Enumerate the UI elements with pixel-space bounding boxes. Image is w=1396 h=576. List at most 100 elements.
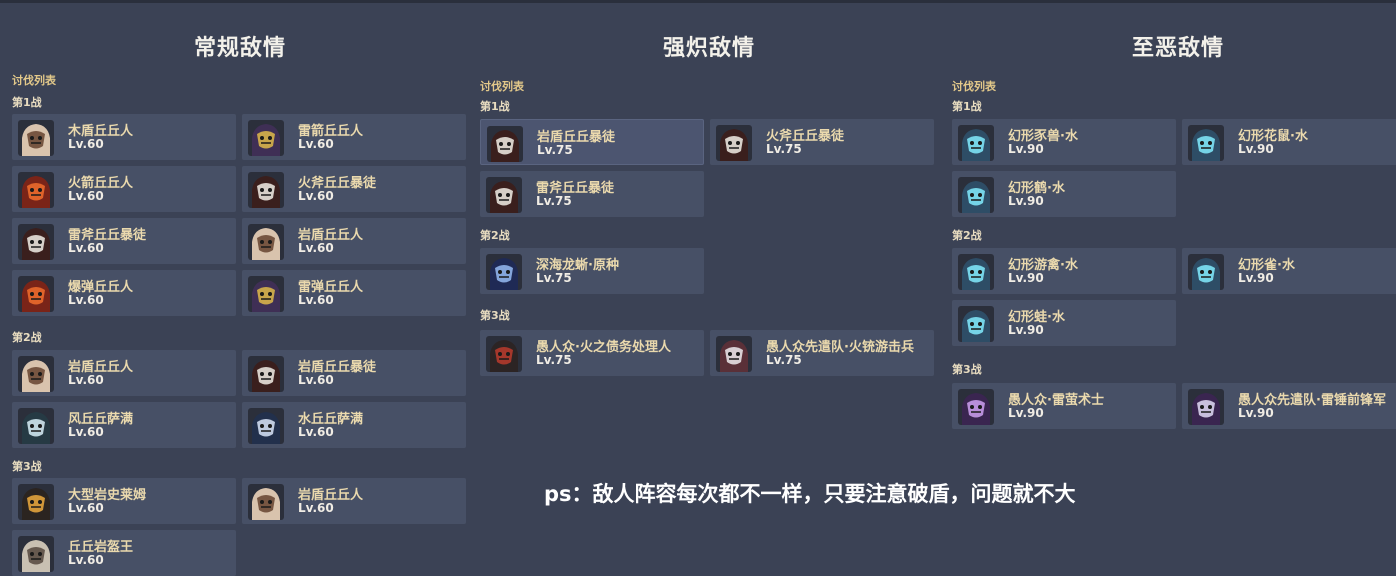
top-divider (0, 0, 1396, 3)
enemy-card[interactable]: 岩盾丘丘暴徒 Lv.75 (480, 119, 704, 165)
enemy-card[interactable]: 幻形花鼠·水 Lv.90 (1182, 119, 1396, 165)
hydro-mimic-finch-icon (1188, 254, 1224, 290)
fatui-pyro-agent-icon (486, 336, 522, 372)
enemy-card[interactable]: 幻形游禽·水 Lv.90 (952, 248, 1176, 294)
enemy-level: Lv.60 (298, 137, 334, 151)
enemy-level: Lv.60 (68, 553, 104, 567)
mitachurl-pyro-axe-icon (716, 125, 752, 161)
enemy-card[interactable]: 风丘丘萨满 Lv.60 (12, 402, 236, 448)
enemy-level: Lv.60 (298, 293, 334, 307)
mitachurl-pyro-axe-icon (248, 172, 284, 208)
enemy-level: Lv.90 (1238, 142, 1274, 156)
enemy-level: Lv.90 (1008, 194, 1044, 208)
enemy-card[interactable]: 愚人众·雷萤术士 Lv.90 (952, 383, 1176, 429)
enemy-card[interactable]: 水丘丘萨满 Lv.60 (242, 402, 466, 448)
enemy-card[interactable]: 雷斧丘丘暴徒 Lv.60 (12, 218, 236, 264)
battle-label: 第2战 (952, 229, 982, 242)
battle-label: 第2战 (480, 229, 510, 242)
hydro-mimic-boar-icon (958, 125, 994, 161)
battle-label: 第2战 (12, 331, 42, 344)
enemy-level: Lv.90 (1238, 406, 1274, 420)
enemy-card[interactable]: 幻形蛙·水 Lv.90 (952, 300, 1176, 346)
battle-label: 第1战 (12, 96, 42, 109)
enemy-level: Lv.60 (68, 241, 104, 255)
enemy-level: Lv.60 (298, 373, 334, 387)
enemy-card[interactable]: 雷弹丘丘人 Lv.60 (242, 270, 466, 316)
enemy-card[interactable]: 岩盾丘丘人 Lv.60 (242, 218, 466, 264)
enemy-level: Lv.60 (68, 189, 104, 203)
enemy-card[interactable]: 火箭丘丘人 Lv.60 (12, 166, 236, 212)
enemy-level: Lv.90 (1008, 323, 1044, 337)
enemy-level: Lv.75 (536, 194, 572, 208)
enemy-level: Lv.60 (298, 189, 334, 203)
enemy-level: Lv.75 (536, 271, 572, 285)
hilichurl-wood-shield-icon (18, 120, 54, 156)
enemy-card[interactable]: 大型岩史莱姆 Lv.60 (12, 478, 236, 524)
enemy-level: Lv.60 (298, 241, 334, 255)
fatui-electro-cicin-mage-icon (958, 389, 994, 425)
hilichurl-geo-shield-icon (248, 484, 284, 520)
enemy-level: Lv.75 (766, 353, 802, 367)
enemy-card[interactable]: 幻形豕兽·水 Lv.90 (952, 119, 1176, 165)
hilichurl-geo-shield-icon (18, 356, 54, 392)
enemy-level: Lv.75 (536, 353, 572, 367)
geovishap-lawachurl-icon (18, 536, 54, 572)
hydro-mimic-crane-icon (958, 177, 994, 213)
enemy-card[interactable]: 岩盾丘丘人 Lv.60 (12, 350, 236, 396)
fatui-pyro-gunner-icon (716, 336, 752, 372)
samachurl-hydro-icon (248, 408, 284, 444)
enemy-card[interactable]: 火斧丘丘暴徒 Lv.60 (242, 166, 466, 212)
enemy-level: Lv.90 (1238, 271, 1274, 285)
enemy-card[interactable]: 深海龙蜥·原种 Lv.75 (480, 248, 704, 294)
column-title: 至恶敌情 (1131, 36, 1224, 61)
mitachurl-electro-axe-icon (486, 177, 522, 213)
enemy-card[interactable]: 木盾丘丘人 Lv.60 (12, 114, 236, 160)
enemy-level: Lv.60 (298, 425, 334, 439)
enemy-level: Lv.60 (298, 501, 334, 515)
enemy-list-label: 讨伐列表 (480, 80, 524, 93)
hilichurl-geo-shield-icon (248, 224, 284, 260)
samachurl-anemo-icon (18, 408, 54, 444)
enemy-card[interactable]: 愚人众·火之债务处理人 Lv.75 (480, 330, 704, 376)
enemy-level: Lv.60 (68, 501, 104, 515)
battle-label: 第1战 (480, 100, 510, 113)
enemy-list-label: 讨伐列表 (952, 80, 996, 93)
battle-label: 第3战 (952, 363, 982, 376)
large-geo-slime-icon (18, 484, 54, 520)
enemy-card[interactable]: 愚人众先遣队·雷锤前锋军 Lv.90 (1182, 383, 1396, 429)
enemy-level: Lv.75 (537, 143, 573, 157)
enemy-card[interactable]: 愚人众先遣队·火铳游击兵 Lv.75 (710, 330, 934, 376)
mitachurl-electro-axe-icon (18, 224, 54, 260)
enemy-level: Lv.75 (766, 142, 802, 156)
enemy-card[interactable]: 爆弹丘丘人 Lv.60 (12, 270, 236, 316)
fatui-electrohammer-vanguard-icon (1188, 389, 1224, 425)
footnote: ps：敌人阵容每次都不一样，只要注意破盾，问题就不大 (544, 482, 1076, 506)
enemy-level: Lv.60 (68, 293, 104, 307)
enemy-list-label: 讨伐列表 (12, 74, 56, 87)
column-title: 常规敌情 (193, 36, 286, 61)
enemy-level: Lv.60 (68, 425, 104, 439)
column-title: 强炽敌情 (662, 36, 755, 61)
battle-label: 第3战 (480, 309, 510, 322)
enemy-card[interactable]: 岩盾丘丘暴徒 Lv.60 (242, 350, 466, 396)
hydro-mimic-frog-icon (958, 306, 994, 342)
enemy-level: Lv.60 (68, 137, 104, 151)
enemy-card[interactable]: 幻形鹤·水 Lv.90 (952, 171, 1176, 217)
enemy-card[interactable]: 丘丘岩盔王 Lv.60 (12, 530, 236, 576)
mitachurl-geo-shield-icon (248, 356, 284, 392)
enemy-card[interactable]: 幻形雀·水 Lv.90 (1182, 248, 1396, 294)
enemy-card[interactable]: 雷斧丘丘暴徒 Lv.75 (480, 171, 704, 217)
hilichurl-pyro-archer-icon (18, 172, 54, 208)
enemy-card[interactable]: 雷箭丘丘人 Lv.60 (242, 114, 466, 160)
hilichurl-grenadier-icon (18, 276, 54, 312)
enemy-level: Lv.90 (1008, 271, 1044, 285)
enemy-card[interactable]: 岩盾丘丘人 Lv.60 (242, 478, 466, 524)
enemy-card[interactable]: 火斧丘丘暴徒 Lv.75 (710, 119, 934, 165)
enemy-level: Lv.60 (68, 373, 104, 387)
hilichurl-electro-archer-icon (248, 120, 284, 156)
enemy-level: Lv.90 (1008, 406, 1044, 420)
battle-label: 第1战 (952, 100, 982, 113)
hydro-mimic-mallard-icon (958, 254, 994, 290)
hydro-mimic-squirrel-icon (1188, 125, 1224, 161)
mitachurl-geo-shield-icon (487, 126, 523, 162)
